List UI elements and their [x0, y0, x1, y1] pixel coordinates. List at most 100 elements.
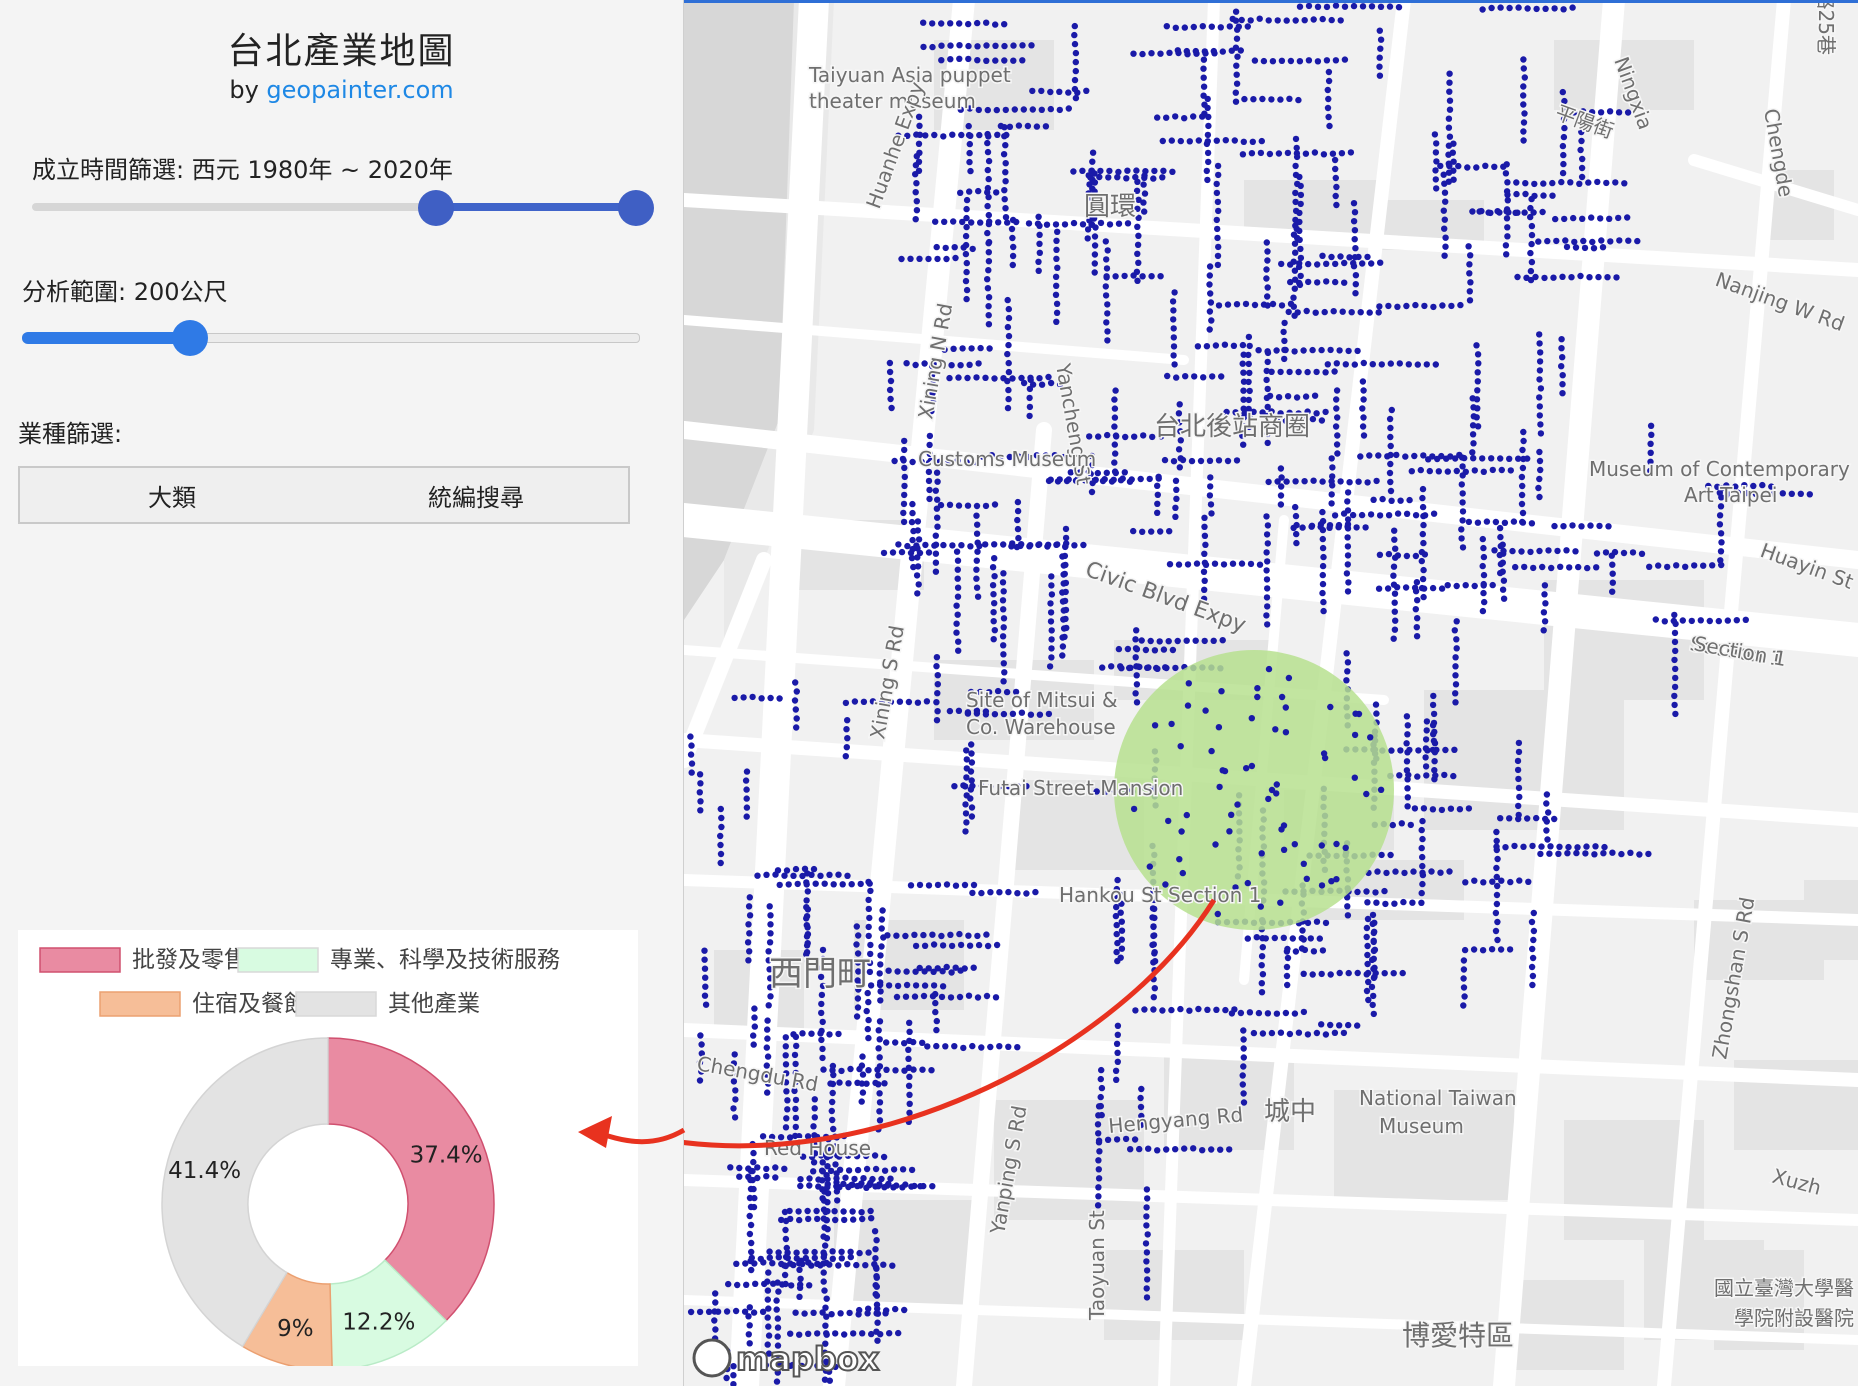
business-point	[974, 593, 982, 600]
business-point	[940, 133, 947, 140]
legend-label: 其他產業	[388, 991, 480, 1017]
business-point	[1504, 197, 1511, 204]
business-point	[1528, 918, 1536, 926]
business-point	[1154, 500, 1161, 507]
business-point	[1387, 442, 1394, 450]
business-point	[1000, 651, 1007, 658]
legend-item[interactable]: 其他產業	[295, 991, 480, 1017]
year-range-slider[interactable]	[32, 190, 654, 230]
business-point	[1275, 394, 1283, 401]
business-point	[1648, 431, 1655, 438]
business-point	[990, 591, 997, 598]
radius-slider[interactable]	[22, 318, 642, 358]
business-point	[942, 1043, 949, 1050]
business-point	[1150, 932, 1157, 940]
business-point	[1206, 272, 1213, 279]
year-min-thumb[interactable]	[418, 190, 454, 226]
business-point	[1157, 273, 1164, 280]
donut-slice[interactable]	[327, 1037, 495, 1322]
business-point	[1368, 260, 1375, 267]
geopainter-link[interactable]: geopainter.com	[266, 76, 453, 104]
business-point	[958, 542, 965, 549]
business-point	[931, 131, 938, 139]
business-point	[1000, 642, 1007, 649]
business-point	[1133, 268, 1141, 275]
tab-tax-id-search[interactable]: 統編搜尋	[324, 468, 628, 522]
business-point	[1113, 1040, 1121, 1048]
business-point	[864, 1025, 871, 1033]
business-point	[1560, 151, 1567, 159]
business-point	[1515, 784, 1523, 792]
business-point	[1059, 652, 1066, 659]
legend-item[interactable]: 批發及零售	[39, 947, 247, 973]
business-point	[1319, 562, 1327, 570]
business-point	[1121, 469, 1128, 476]
business-point	[934, 672, 941, 679]
year-max-thumb[interactable]	[618, 190, 654, 226]
business-point	[1539, 208, 1546, 216]
business-point	[1001, 187, 1008, 194]
legend-item[interactable]: 專業、科學及技術服務	[237, 947, 560, 973]
business-point	[1285, 308, 1292, 316]
business-point	[688, 760, 696, 767]
business-point	[1303, 875, 1310, 882]
business-point	[1577, 272, 1584, 280]
business-point	[1240, 441, 1247, 448]
business-point	[1000, 678, 1007, 685]
business-point	[890, 1166, 898, 1173]
business-point	[1322, 919, 1330, 927]
business-point	[1372, 889, 1379, 896]
business-point	[697, 798, 704, 805]
business-point	[855, 932, 862, 939]
business-point	[1673, 562, 1680, 569]
business-point	[929, 43, 936, 51]
business-point	[925, 882, 933, 889]
business-point	[1331, 1029, 1339, 1037]
business-point	[893, 932, 900, 939]
business-point	[748, 1239, 755, 1247]
business-point	[933, 243, 940, 251]
mapbox-logo[interactable]: mapbox	[692, 1338, 881, 1379]
business-point	[1403, 302, 1410, 310]
business-point	[1408, 468, 1415, 475]
business-point	[1479, 6, 1486, 13]
business-point	[1015, 534, 1022, 542]
business-point	[954, 611, 961, 618]
business-point	[1319, 535, 1326, 543]
business-point	[1212, 342, 1220, 349]
business-point	[767, 694, 774, 702]
business-point	[1304, 368, 1311, 376]
tab-category[interactable]: 大類	[20, 468, 324, 522]
business-point	[1282, 1009, 1290, 1017]
business-point	[1010, 42, 1017, 49]
business-point	[876, 970, 883, 977]
business-point	[740, 694, 747, 701]
map-canvas[interactable]: Taiyuan Asia puppettheater museum平陽街圓環南京…	[684, 0, 1858, 1386]
business-point	[1111, 459, 1118, 466]
business-point	[1460, 957, 1468, 964]
business-point	[876, 1108, 883, 1115]
business-point	[1029, 106, 1036, 113]
business-point	[1561, 215, 1568, 223]
radius-thumb[interactable]	[172, 320, 208, 356]
business-point	[1346, 479, 1353, 486]
business-point	[1520, 101, 1527, 108]
business-point	[1344, 668, 1351, 675]
business-point	[987, 889, 994, 896]
business-point	[1548, 564, 1555, 572]
business-point	[1005, 368, 1013, 376]
business-point	[909, 500, 916, 508]
legend-item[interactable]: 住宿及餐飲	[99, 991, 307, 1017]
business-point	[1207, 290, 1214, 297]
business-point	[1032, 888, 1039, 896]
business-point	[1059, 553, 1066, 560]
business-point	[1044, 543, 1051, 550]
map-view[interactable]: Taiyuan Asia puppettheater museum平陽街圓環南京…	[684, 0, 1858, 1386]
business-point	[975, 106, 982, 114]
business-point	[1672, 647, 1679, 655]
business-point	[1391, 900, 1398, 907]
business-point	[817, 872, 824, 879]
business-point	[1403, 767, 1411, 774]
business-point	[933, 654, 941, 661]
business-point	[1479, 947, 1487, 954]
